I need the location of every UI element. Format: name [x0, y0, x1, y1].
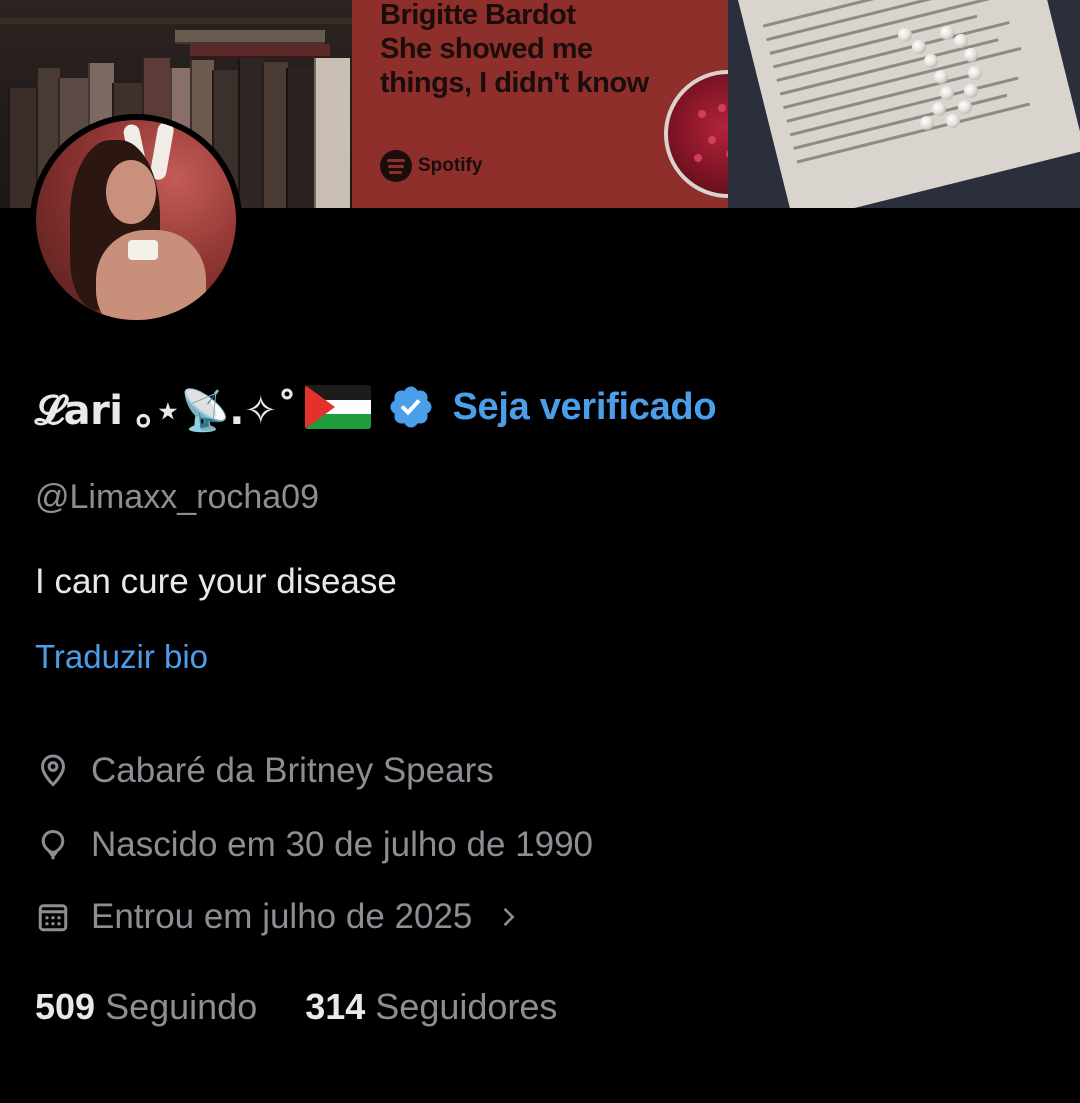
- birthday-text: Nascido em 30 de julho de 1990: [91, 825, 594, 864]
- joined-text: Entrou em julho de 2025: [91, 897, 473, 936]
- balloon-icon: [41, 829, 65, 860]
- followers-link[interactable]: 314 Seguidores: [305, 986, 557, 1028]
- followers-count: 314: [305, 986, 366, 1027]
- following-link[interactable]: 509 Seguindo: [35, 986, 257, 1028]
- lyric-line: Brigitte Bardot: [380, 0, 576, 31]
- spotify-icon: [380, 150, 412, 182]
- profile-bio: I can cure your disease: [35, 562, 397, 601]
- verified-badge-icon[interactable]: [387, 383, 435, 431]
- location-row: Cabaré da Britney Spears: [35, 746, 494, 796]
- banner-spotify-lyrics-card: Brigitte Bardot She showed me things, I …: [352, 0, 858, 208]
- display-name: 𝓛ari ｡⋆📡.✧˚: [35, 388, 297, 434]
- location-pin-icon: [40, 754, 66, 787]
- translate-bio-link[interactable]: Traduzir bio: [35, 638, 208, 676]
- followers-label: Seguidores: [375, 986, 558, 1027]
- lyric-line: things, I didn't know: [380, 67, 649, 99]
- following-label: Seguindo: [105, 986, 258, 1027]
- location-text: Cabaré da Britney Spears: [91, 751, 494, 790]
- name-row: 𝓛ari ｡⋆📡.✧˚ Seja verificado: [35, 374, 717, 440]
- spotify-label: Spotify: [418, 155, 483, 176]
- palestine-flag-icon: [304, 385, 371, 429]
- get-verified-link[interactable]: Seja verificado: [453, 386, 717, 429]
- profile-handle: @Limaxx_rocha09: [35, 478, 319, 516]
- calendar-icon: [38, 904, 68, 932]
- following-count: 509: [35, 986, 96, 1027]
- lyric-line: She showed me: [380, 33, 593, 65]
- joined-row[interactable]: Entrou em julho de 2025: [35, 892, 542, 942]
- profile-avatar[interactable]: [30, 114, 242, 326]
- banner-book-pearls-image: [728, 0, 1080, 208]
- chevron-right-icon[interactable]: [494, 903, 522, 931]
- follow-stats: 509 Seguindo 314 Seguidores: [35, 980, 557, 1034]
- birthday-row: Nascido em 30 de julho de 1990: [35, 820, 593, 870]
